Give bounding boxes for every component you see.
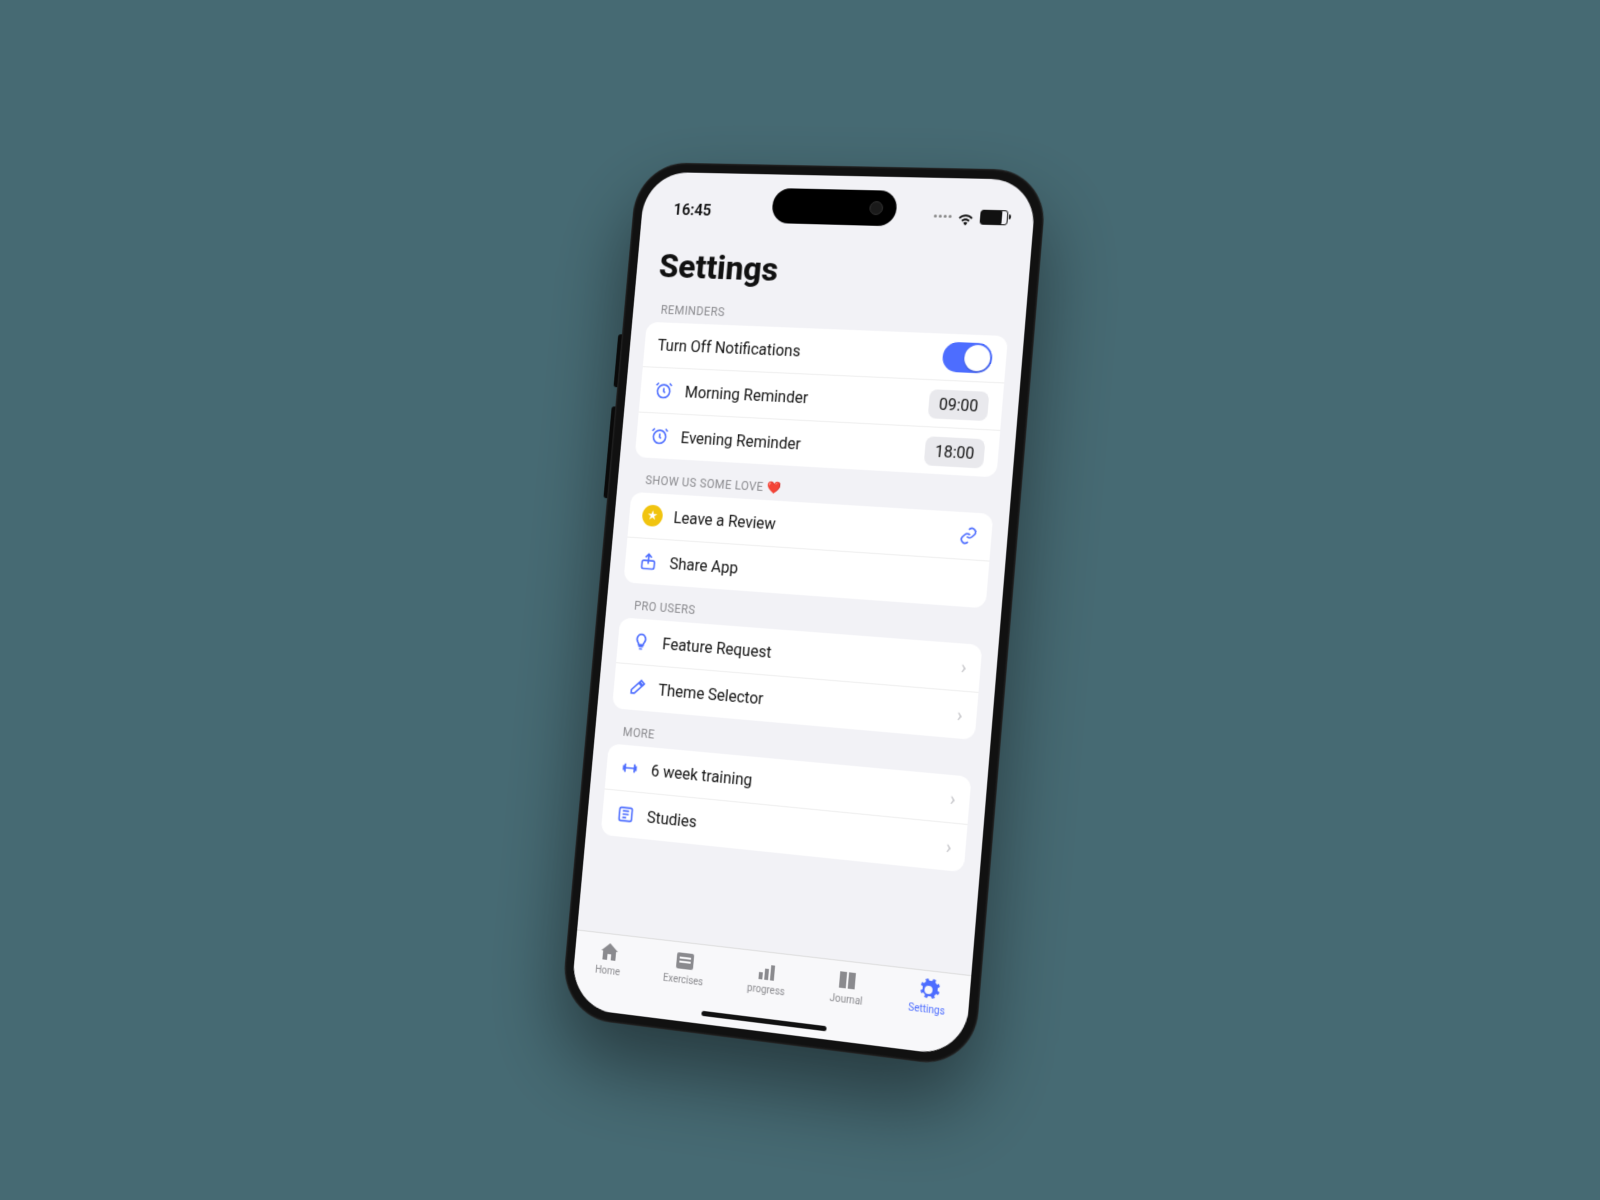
row-label: Theme Selector (657, 680, 945, 723)
chart-icon (754, 957, 781, 984)
phone-screen: 16:45 Settings REMINDERS Turn Off Notifi… (570, 172, 1037, 1057)
chevron-right-icon: › (960, 656, 967, 678)
page-title: Settings (657, 247, 1006, 298)
row-label: Leave a Review (673, 508, 949, 544)
tab-settings[interactable]: Settings (908, 975, 948, 1017)
phone-frame: 16:45 Settings REMINDERS Turn Off Notifi… (560, 162, 1048, 1069)
evening-time-picker[interactable]: 18:00 (924, 436, 986, 468)
chevron-right-icon: › (945, 836, 952, 858)
link-icon (959, 526, 978, 545)
book-icon (834, 967, 862, 994)
chevron-right-icon: › (956, 704, 963, 726)
brush-icon (626, 676, 648, 699)
tab-exercises[interactable]: Exercises (663, 947, 706, 989)
notifications-toggle[interactable] (941, 342, 993, 374)
battery-icon (980, 209, 1009, 225)
row-label: Evening Reminder (680, 428, 914, 459)
gear-icon (914, 976, 942, 1004)
lightbulb-icon (630, 630, 652, 653)
tab-label: progress (747, 983, 786, 999)
list-icon (671, 948, 698, 975)
home-icon (596, 939, 622, 966)
love-card: ★ Leave a Review Share App (623, 492, 993, 608)
dynamic-island (771, 188, 898, 226)
tab-label: Settings (908, 1002, 945, 1018)
wifi-icon (957, 210, 975, 222)
tab-home[interactable]: Home (595, 939, 623, 979)
chevron-right-icon: › (949, 788, 956, 810)
newspaper-icon (615, 803, 637, 827)
row-label: Turn Off Notifications (657, 335, 932, 365)
dumbbell-icon (619, 756, 641, 780)
reminders-card: Turn Off Notifications Morning Reminder … (635, 322, 1008, 478)
status-time: 16:45 (673, 200, 712, 219)
star-icon: ★ (641, 504, 663, 527)
alarm-icon (649, 425, 671, 447)
row-label: Share App (669, 554, 974, 594)
alarm-icon (653, 379, 675, 401)
cellular-icon (934, 214, 952, 217)
pro-card: Feature Request › Theme Selector › (612, 617, 982, 740)
tab-journal[interactable]: Journal (829, 966, 865, 1008)
tab-label: Home (595, 965, 621, 979)
tab-progress[interactable]: progress (747, 957, 788, 999)
morning-time-picker[interactable]: 09:00 (928, 389, 990, 421)
tab-label: Journal (829, 993, 863, 1008)
share-icon (637, 550, 659, 573)
tab-label: Exercises (663, 973, 704, 989)
row-label: Morning Reminder (684, 382, 918, 412)
